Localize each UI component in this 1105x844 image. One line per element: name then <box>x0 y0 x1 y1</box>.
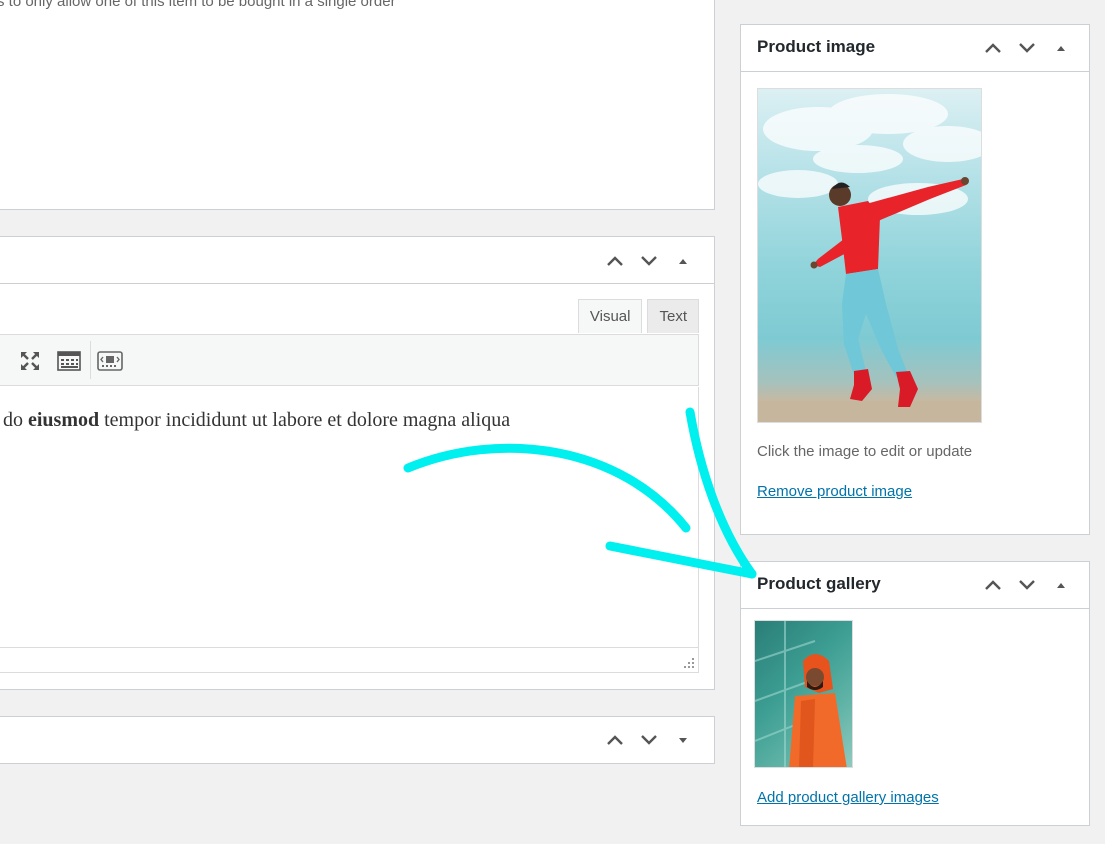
collapsed-meta-box <box>0 716 715 764</box>
chevron-down-icon <box>641 735 657 745</box>
add-gallery-images-link[interactable]: Add product gallery images <box>757 789 939 806</box>
chevron-down-icon <box>1019 580 1035 590</box>
toggle-panel-button[interactable] <box>1044 33 1078 63</box>
chevron-up-icon <box>985 580 1001 590</box>
move-down-button[interactable] <box>1010 33 1044 63</box>
editor-text-lead: do <box>3 409 28 431</box>
header-divider <box>741 71 1089 72</box>
chevron-up-icon <box>985 43 1001 53</box>
toolbar-toggle-icon[interactable] <box>56 348 82 374</box>
triangle-down-icon <box>679 738 687 743</box>
triangle-up-icon <box>1057 583 1065 588</box>
move-down-button[interactable] <box>632 246 666 276</box>
jumping-man-photo <box>758 94 981 422</box>
chevron-down-icon <box>641 256 657 266</box>
editor-tabs: Visual Text <box>577 299 699 333</box>
hooded-man-photo <box>755 621 847 767</box>
fullscreen-icon[interactable] <box>17 348 43 374</box>
chevron-up-icon <box>607 735 623 745</box>
toolbar-separator <box>90 341 91 379</box>
product-image-title: Product image <box>757 37 876 56</box>
toggle-panel-button[interactable] <box>666 246 700 276</box>
move-down-button[interactable] <box>632 725 666 755</box>
insert-block-icon[interactable] <box>97 348 123 374</box>
product-gallery-box: Product gallery Add product gallery imag… <box>740 561 1090 826</box>
edit-image-hint: Click the image to edit or update <box>757 443 973 460</box>
chevron-up-icon <box>607 256 623 266</box>
product-settings-box: s to only allow one of this item to be b… <box>0 0 715 210</box>
header-divider <box>741 608 1089 609</box>
move-down-button[interactable] <box>1010 570 1044 600</box>
move-up-button[interactable] <box>598 725 632 755</box>
editor-status-bar <box>0 647 699 673</box>
description-handle-actions <box>598 246 700 276</box>
product-description-box: Visual Text do eiusmod tempor incididunt… <box>0 236 715 690</box>
editor-content-area[interactable]: do eiusmod tempor incididunt ut labore e… <box>0 387 699 648</box>
tab-visual[interactable]: Visual <box>577 299 643 333</box>
resize-grip-icon[interactable] <box>683 657 695 669</box>
collapsed-handle-actions <box>598 725 700 755</box>
editor-text[interactable]: do eiusmod tempor incididunt ut labore e… <box>3 409 510 432</box>
toggle-panel-button[interactable] <box>666 725 700 755</box>
product-gallery-title: Product gallery <box>757 574 881 593</box>
move-up-button[interactable] <box>598 246 632 276</box>
triangle-up-icon <box>679 259 687 264</box>
product-image-box: Product image Click the image to edit or… <box>740 24 1090 535</box>
editor-toolbar <box>0 334 699 386</box>
sold-individually-note: s to only allow one of this item to be b… <box>0 0 396 10</box>
move-up-button[interactable] <box>976 33 1010 63</box>
product-image-thumbnail[interactable] <box>757 88 982 423</box>
triangle-up-icon <box>1057 46 1065 51</box>
editor-text-tail: tempor incididunt ut labore et dolore ma… <box>99 409 511 431</box>
gallery-image-thumbnail[interactable] <box>754 620 853 768</box>
chevron-down-icon <box>1019 43 1035 53</box>
remove-product-image-link[interactable]: Remove product image <box>757 483 912 500</box>
product-gallery-handle-actions <box>976 570 1078 600</box>
move-up-button[interactable] <box>976 570 1010 600</box>
product-image-handle-actions <box>976 33 1078 63</box>
editor-text-bold: eiusmod <box>28 409 100 431</box>
toggle-panel-button[interactable] <box>1044 570 1078 600</box>
tab-text[interactable]: Text <box>647 299 699 333</box>
header-divider <box>0 283 714 284</box>
